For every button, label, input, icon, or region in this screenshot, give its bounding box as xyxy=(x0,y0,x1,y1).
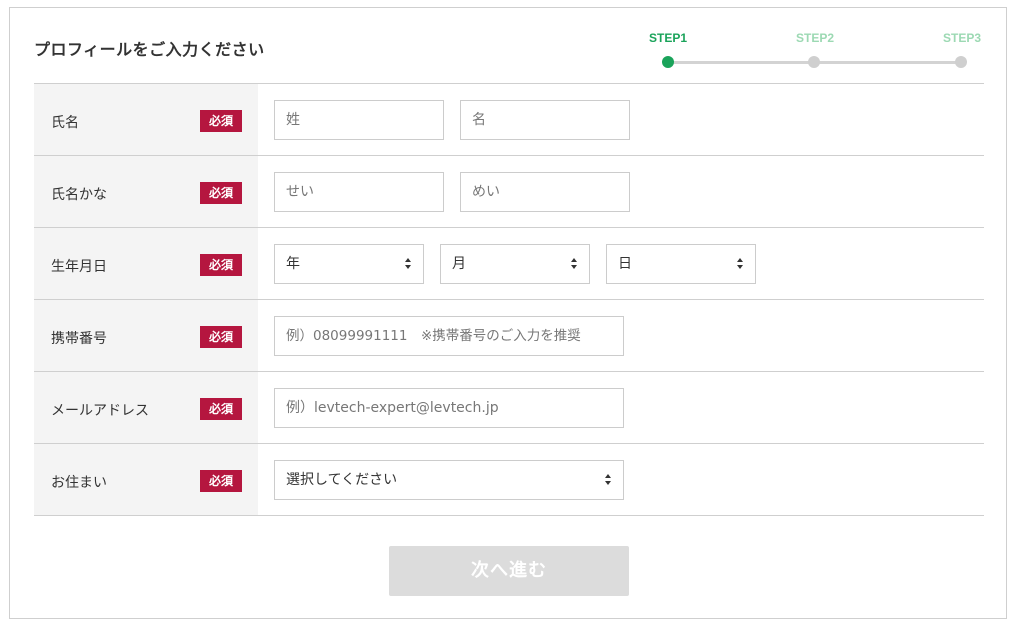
label-cell: 氏名かな 必須 xyxy=(34,156,258,227)
form-row-phone: 携帯番号 必須 例）08099991111 ※携帯番号のご入力を推奨 xyxy=(34,300,984,372)
field-cell: 姓 名 xyxy=(258,84,984,155)
select-arrows-icon xyxy=(571,258,577,270)
label-cell: メールアドレス 必須 xyxy=(34,372,258,443)
email-input[interactable]: 例）levtech-expert@levtech.jp xyxy=(274,388,624,428)
birth-month-select[interactable]: 月 xyxy=(440,244,590,284)
email-label: メールアドレス xyxy=(51,403,149,419)
label-cell: 生年月日 必須 xyxy=(34,228,258,299)
field-cell: 例）levtech-expert@levtech.jp xyxy=(258,372,984,443)
field-cell: 例）08099991111 ※携帯番号のご入力を推奨 xyxy=(258,300,984,371)
select-arrows-icon xyxy=(605,474,611,486)
field-cell: 選択してください xyxy=(258,444,984,515)
form-row-residence: お住まい 必須 選択してください xyxy=(34,444,984,516)
birth-day-value: 日 xyxy=(618,256,632,272)
form-row-birthday: 生年月日 必須 年 月 日 xyxy=(34,228,984,300)
step-2-dot xyxy=(808,56,820,68)
birth-year-value: 年 xyxy=(286,256,300,272)
birth-year-select[interactable]: 年 xyxy=(274,244,424,284)
field-cell: せい めい xyxy=(258,156,984,227)
name-label: 氏名 xyxy=(51,115,79,131)
step-indicator: STEP1 STEP2 STEP3 xyxy=(640,30,985,75)
required-badge: 必須 xyxy=(200,182,242,204)
step-1-label: STEP1 xyxy=(649,31,688,45)
phone-input[interactable]: 例）08099991111 ※携帯番号のご入力を推奨 xyxy=(274,316,624,356)
step-1-dot xyxy=(662,56,674,68)
required-badge: 必須 xyxy=(200,398,242,420)
label-cell: 氏名 必須 xyxy=(34,84,258,155)
form-row-kana: 氏名かな 必須 せい めい xyxy=(34,156,984,228)
form-row-email: メールアドレス 必須 例）levtech-expert@levtech.jp xyxy=(34,372,984,444)
residence-select[interactable]: 選択してください xyxy=(274,460,624,500)
required-badge: 必須 xyxy=(200,326,242,348)
step-3-dot xyxy=(955,56,967,68)
label-cell: 携帯番号 必須 xyxy=(34,300,258,371)
next-button[interactable]: 次へ進む xyxy=(389,546,629,596)
last-name-kana-input[interactable]: せい xyxy=(274,172,444,212)
field-cell: 年 月 日 xyxy=(258,228,984,299)
form-row-name: 氏名 必須 姓 名 xyxy=(34,84,984,156)
select-arrows-icon xyxy=(737,258,743,270)
birth-day-select[interactable]: 日 xyxy=(606,244,756,284)
page-title: プロフィールをご入力ください xyxy=(34,40,265,59)
label-cell: お住まい 必須 xyxy=(34,444,258,515)
step-3-label: STEP3 xyxy=(943,31,982,45)
residence-value: 選択してください xyxy=(286,472,398,488)
last-name-input[interactable]: 姓 xyxy=(274,100,444,140)
residence-label: お住まい xyxy=(51,475,107,491)
phone-label: 携帯番号 xyxy=(51,331,107,347)
step-2-label: STEP2 xyxy=(796,31,835,45)
select-arrows-icon xyxy=(405,258,411,270)
kana-label: 氏名かな xyxy=(51,187,107,203)
first-name-input[interactable]: 名 xyxy=(460,100,630,140)
required-badge: 必須 xyxy=(200,110,242,132)
first-name-kana-input[interactable]: めい xyxy=(460,172,630,212)
birthday-label: 生年月日 xyxy=(51,259,107,275)
required-badge: 必須 xyxy=(200,254,242,276)
required-badge: 必須 xyxy=(200,470,242,492)
birth-month-value: 月 xyxy=(452,256,466,272)
profile-form: 氏名 必須 姓 名 氏名かな 必須 せい めい 生年月日 必須 年 月 日 携帯… xyxy=(34,83,984,516)
